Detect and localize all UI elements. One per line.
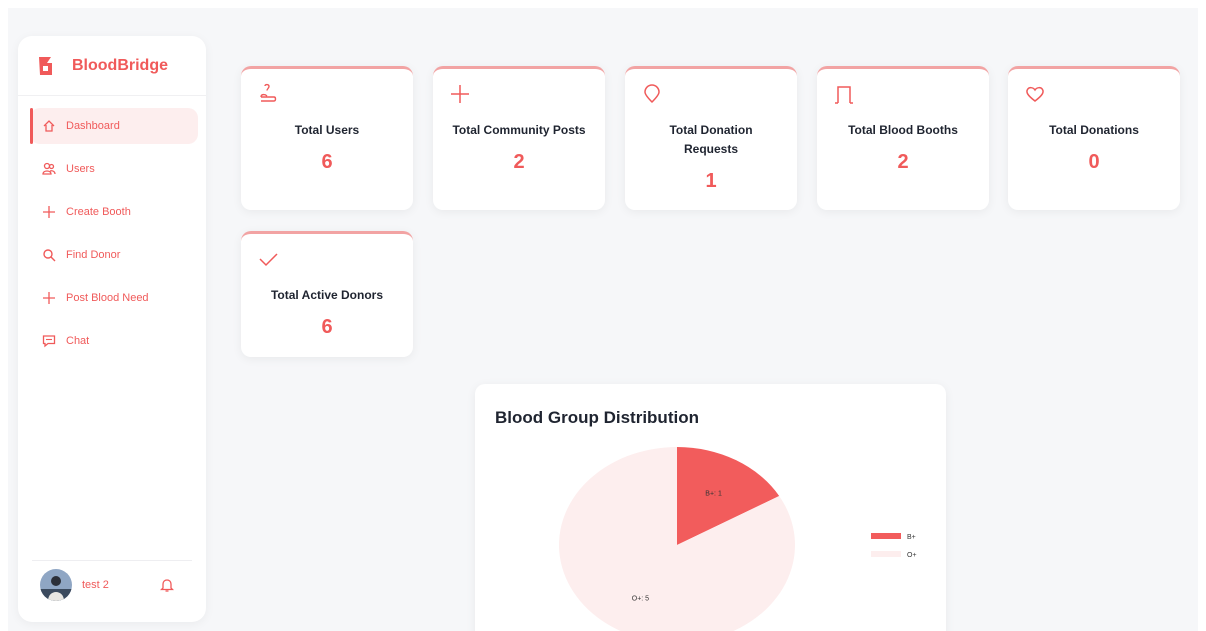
- brand[interactable]: BloodBridge: [18, 36, 206, 96]
- sidebar-item-users[interactable]: Users: [30, 151, 198, 187]
- brand-logo-icon: [39, 56, 52, 75]
- stat-title: Total Donation Requests: [669, 123, 753, 156]
- legend-label: B+: [907, 534, 916, 541]
- heart-icon: [1026, 86, 1044, 102]
- sidebar-nav: Dashboard Users Create Booth Find Donor …: [18, 96, 206, 359]
- sidebar: BloodBridge Dashboard Users Create Booth…: [18, 36, 206, 622]
- stat-value: 2: [897, 151, 909, 173]
- sidebar-item-create-booth[interactable]: Create Booth: [30, 194, 198, 230]
- brand-name: BloodBridge: [72, 56, 168, 74]
- stat-title: Total Blood Booths: [848, 123, 958, 137]
- stat-value: 0: [1088, 151, 1100, 173]
- plus-icon: [451, 85, 469, 103]
- sidebar-item-label: Post Blood Need: [66, 292, 149, 304]
- plus-icon: [43, 292, 55, 304]
- user-hand-icon: [260, 83, 277, 102]
- sidebar-item-chat[interactable]: Chat: [30, 323, 198, 359]
- user-profile[interactable]: test 2: [32, 560, 192, 608]
- sidebar-item-post-blood-need[interactable]: Post Blood Need: [30, 280, 198, 316]
- sidebar-item-label: Chat: [66, 335, 90, 347]
- stat-value: 1: [705, 170, 717, 192]
- sidebar-item-label: Users: [66, 163, 95, 175]
- stat-title: Total Donations: [1049, 123, 1139, 137]
- blood-group-pie-chart: B+: 1 O+: 5 B+ O+: [559, 447, 917, 631]
- pie-slice-o-plus[interactable]: [559, 447, 795, 631]
- home-icon: [43, 120, 55, 132]
- chat-icon: [42, 335, 56, 348]
- sidebar-item-dashboard[interactable]: Dashboard: [30, 108, 198, 144]
- legend-label: O+: [907, 552, 917, 559]
- stat-title: Total Community Posts: [452, 123, 586, 137]
- dashboard-app: BloodBridge Dashboard Users Create Booth…: [8, 8, 1198, 631]
- stat-card-total-blood-booths: Total Blood Booths 2: [817, 66, 989, 210]
- stat-card-total-users: Total Users 6: [241, 66, 413, 210]
- stat-value: 2: [513, 151, 525, 173]
- search-icon: [43, 249, 56, 262]
- users-icon: [42, 162, 56, 175]
- sidebar-item-label: Find Donor: [66, 249, 121, 261]
- legend-swatch: [871, 533, 901, 539]
- drop-icon: [644, 84, 660, 104]
- stat-value: 6: [321, 316, 333, 338]
- check-icon: [259, 253, 278, 267]
- sidebar-item-label: Create Booth: [66, 206, 131, 218]
- user-avatar[interactable]: [40, 568, 72, 601]
- stat-title: Total Users: [294, 123, 360, 137]
- sidebar-item-find-donor[interactable]: Find Donor: [30, 237, 198, 273]
- stat-card-total-donations: Total Donations 0: [1008, 66, 1180, 210]
- booth-icon: [835, 86, 853, 104]
- user-name: test 2: [82, 578, 109, 591]
- stat-value: 6: [321, 151, 333, 173]
- plus-icon: [43, 206, 55, 218]
- sidebar-item-label: Dashboard: [66, 120, 120, 132]
- stat-card-total-community-posts: Total Community Posts 2: [433, 66, 605, 210]
- blood-group-chart-panel: Blood Group Distribution B+: 1 O+: 5 B+ O+: [475, 384, 946, 631]
- pie-slice-label: O+: 5: [632, 596, 649, 603]
- stat-card-total-donation-requests: Total Donation Requests 1: [625, 66, 797, 210]
- legend-swatch: [871, 551, 901, 557]
- stat-card-total-active-donors: Total Active Donors 6: [241, 231, 413, 357]
- bell-icon[interactable]: [160, 577, 174, 593]
- stat-title: Total Active Donors: [270, 288, 383, 302]
- pie-slice-label: B+: 1: [705, 490, 722, 497]
